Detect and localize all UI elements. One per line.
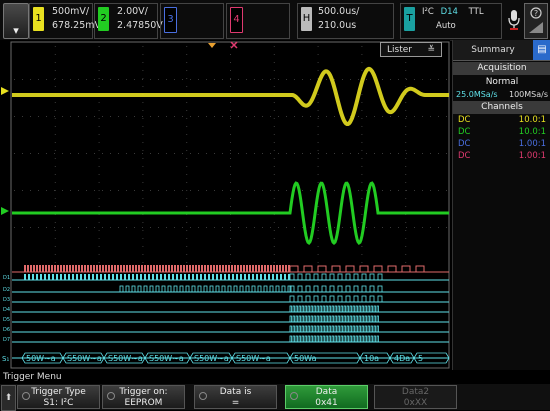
data2-label: Data2 [401,387,430,397]
channel-4-badge[interactable]: 4 [230,7,243,33]
tab-summary[interactable]: Summary [453,40,533,60]
serial-decode-row: S₁ 50W~a S50W~a S50W~a S50W~a S50W~a S50W~a 50W… [2,352,450,364]
data-label: Data [315,387,338,397]
trigger-level: TTL [468,7,484,17]
svg-text:D4: D4 [3,307,10,313]
max-sample-rate: 100MSa/s [508,90,548,99]
channel-1-probe-ratio: 10.0:1 [518,115,546,125]
channel-2-coupling: DC [458,127,471,137]
svg-text:D5: D5 [3,317,10,323]
channel-2-probe-ratio: 10.0:1 [518,127,546,137]
trigger-type-value: S1: I²C [43,398,74,408]
decode-packet: 4Da [394,354,410,363]
svg-text:D1: D1 [3,275,10,281]
svg-text:S₁: S₁ [2,355,9,363]
acquisition-header: Acquisition [453,62,550,75]
decode-packet: S50W~a [108,354,143,363]
rotary-knob-icon [199,392,207,400]
summary-panel: Summary ▤ Acquisition Normal 25.0MSa/s 1… [452,40,550,370]
channel-2-summary-row: DC 10.0:1 [453,126,550,138]
decode-packet: 5 [418,354,423,363]
channel-2-offset: 2.47850V [117,20,163,31]
decode-packet: S50W~a [236,354,271,363]
channel-3-probe-ratio: 1.00:1 [518,139,546,149]
trigger-type-softkey[interactable]: Trigger Type S1: I²C [17,385,100,409]
channel-2-trace [12,181,449,246]
softkey-menu-title: Trigger Menu [3,372,62,382]
trigger-on-softkey[interactable]: Trigger on: EEPROM [102,385,185,409]
rotary-knob-icon [22,392,30,400]
data-softkey[interactable]: Data 0x41 [285,385,368,409]
back-arrow-button[interactable]: ⬆ [1,385,16,411]
panel-toggle-icon[interactable]: ▤ [533,40,550,60]
svg-text:D6: D6 [3,327,10,333]
trigger-on-label: Trigger on: [119,387,168,397]
decode-packet: S50W~a [149,354,184,363]
data-value: 0x41 [315,398,338,408]
channel-3-summary-row: DC 1.00:1 [453,138,550,150]
data2-softkey[interactable]: Data2 0xXX [374,385,457,409]
digital-bus-traces: D1 D2 D3 D4 D5 D6 D7 [3,265,449,343]
svg-text:D7: D7 [3,337,10,343]
microphone-icon[interactable] [508,8,520,32]
channel-2-badge[interactable]: 2 [98,7,109,31]
lister-label: Lister [387,45,412,55]
softkey-bar: ⬆ Trigger Type S1: I²C Trigger on: EEPRO… [0,384,550,411]
channel-1-trace [12,66,449,126]
decode-packet: 50Wa [294,354,317,363]
channel-ground-markers [1,87,9,215]
trigger-badge[interactable]: T [404,7,415,31]
trigger-source: D14 [440,7,458,17]
trigger-protocol: I²C [422,7,434,17]
data-is-value: = [231,398,240,408]
channel-4-coupling: DC [458,151,471,161]
data2-value: 0xXX [403,398,428,408]
decode-packet: S50W~a [194,354,229,363]
data-is-softkey[interactable]: Data is = [194,385,277,409]
horizontal-scale: 500.0us/ [318,6,360,17]
trigger-type-label: Trigger Type [31,387,86,397]
channel-2-settings[interactable]: 2.00V/ 2.47850V [117,5,163,33]
channels-header: Channels [453,101,550,114]
channel-3-badge[interactable]: 3 [164,7,177,33]
decode-packet: S50W~a [67,354,102,363]
decode-packet: 50W~a [26,354,56,363]
chevron-down-icon: ▾ [13,24,19,37]
main-menu-button[interactable]: ▾ [3,3,29,39]
rotary-knob-icon [107,392,115,400]
horizontal-badge[interactable]: H [301,7,312,31]
horizontal-settings[interactable]: 500.0us/ 210.0us [318,5,359,33]
acquisition-mode: Normal [485,77,519,87]
channel-4-summary-row: DC 1.00:1 [453,150,550,162]
channel-1-badge[interactable]: 1 [33,7,44,31]
trigger-settings[interactable]: I²C D14 TTL Auto [422,5,484,33]
trigger-markers [208,41,238,49]
channel-bar: ▾ 1 500mV/ 678.25mV 2 2.00V/ 2.47850V 3 … [0,0,550,41]
channel-2-scale: 2.00V/ [117,6,148,17]
lister-button[interactable]: Lister ≚ [380,42,442,57]
channel-1-summary-row: DC 10.0:1 [453,114,550,126]
channel-3-coupling: DC [458,139,471,149]
svg-text:D2: D2 [3,287,10,293]
rotary-knob-icon [290,392,298,400]
graticule [14,46,447,263]
svg-text:?: ? [534,9,538,18]
horizontal-delay: 210.0us [318,20,357,31]
sample-rate: 25.0MSa/s [456,90,498,99]
decode-packet: 10a [364,354,379,363]
double-chevron-down-icon: ≚ [427,45,435,55]
data-is-label: Data is [219,387,252,397]
trigger-mode: Auto [436,21,456,31]
trigger-on-value: EEPROM [124,398,163,408]
channel-1-coupling: DC [458,115,471,125]
help-icon[interactable]: ? [524,3,548,39]
waveform-display[interactable]: D1 D2 D3 D4 D5 D6 D7 S₁ 50W~a S50W~a S50W~a S50W~a… [0,40,450,370]
svg-text:D3: D3 [3,297,10,303]
channel-4-probe-ratio: 1.00:1 [518,151,546,161]
